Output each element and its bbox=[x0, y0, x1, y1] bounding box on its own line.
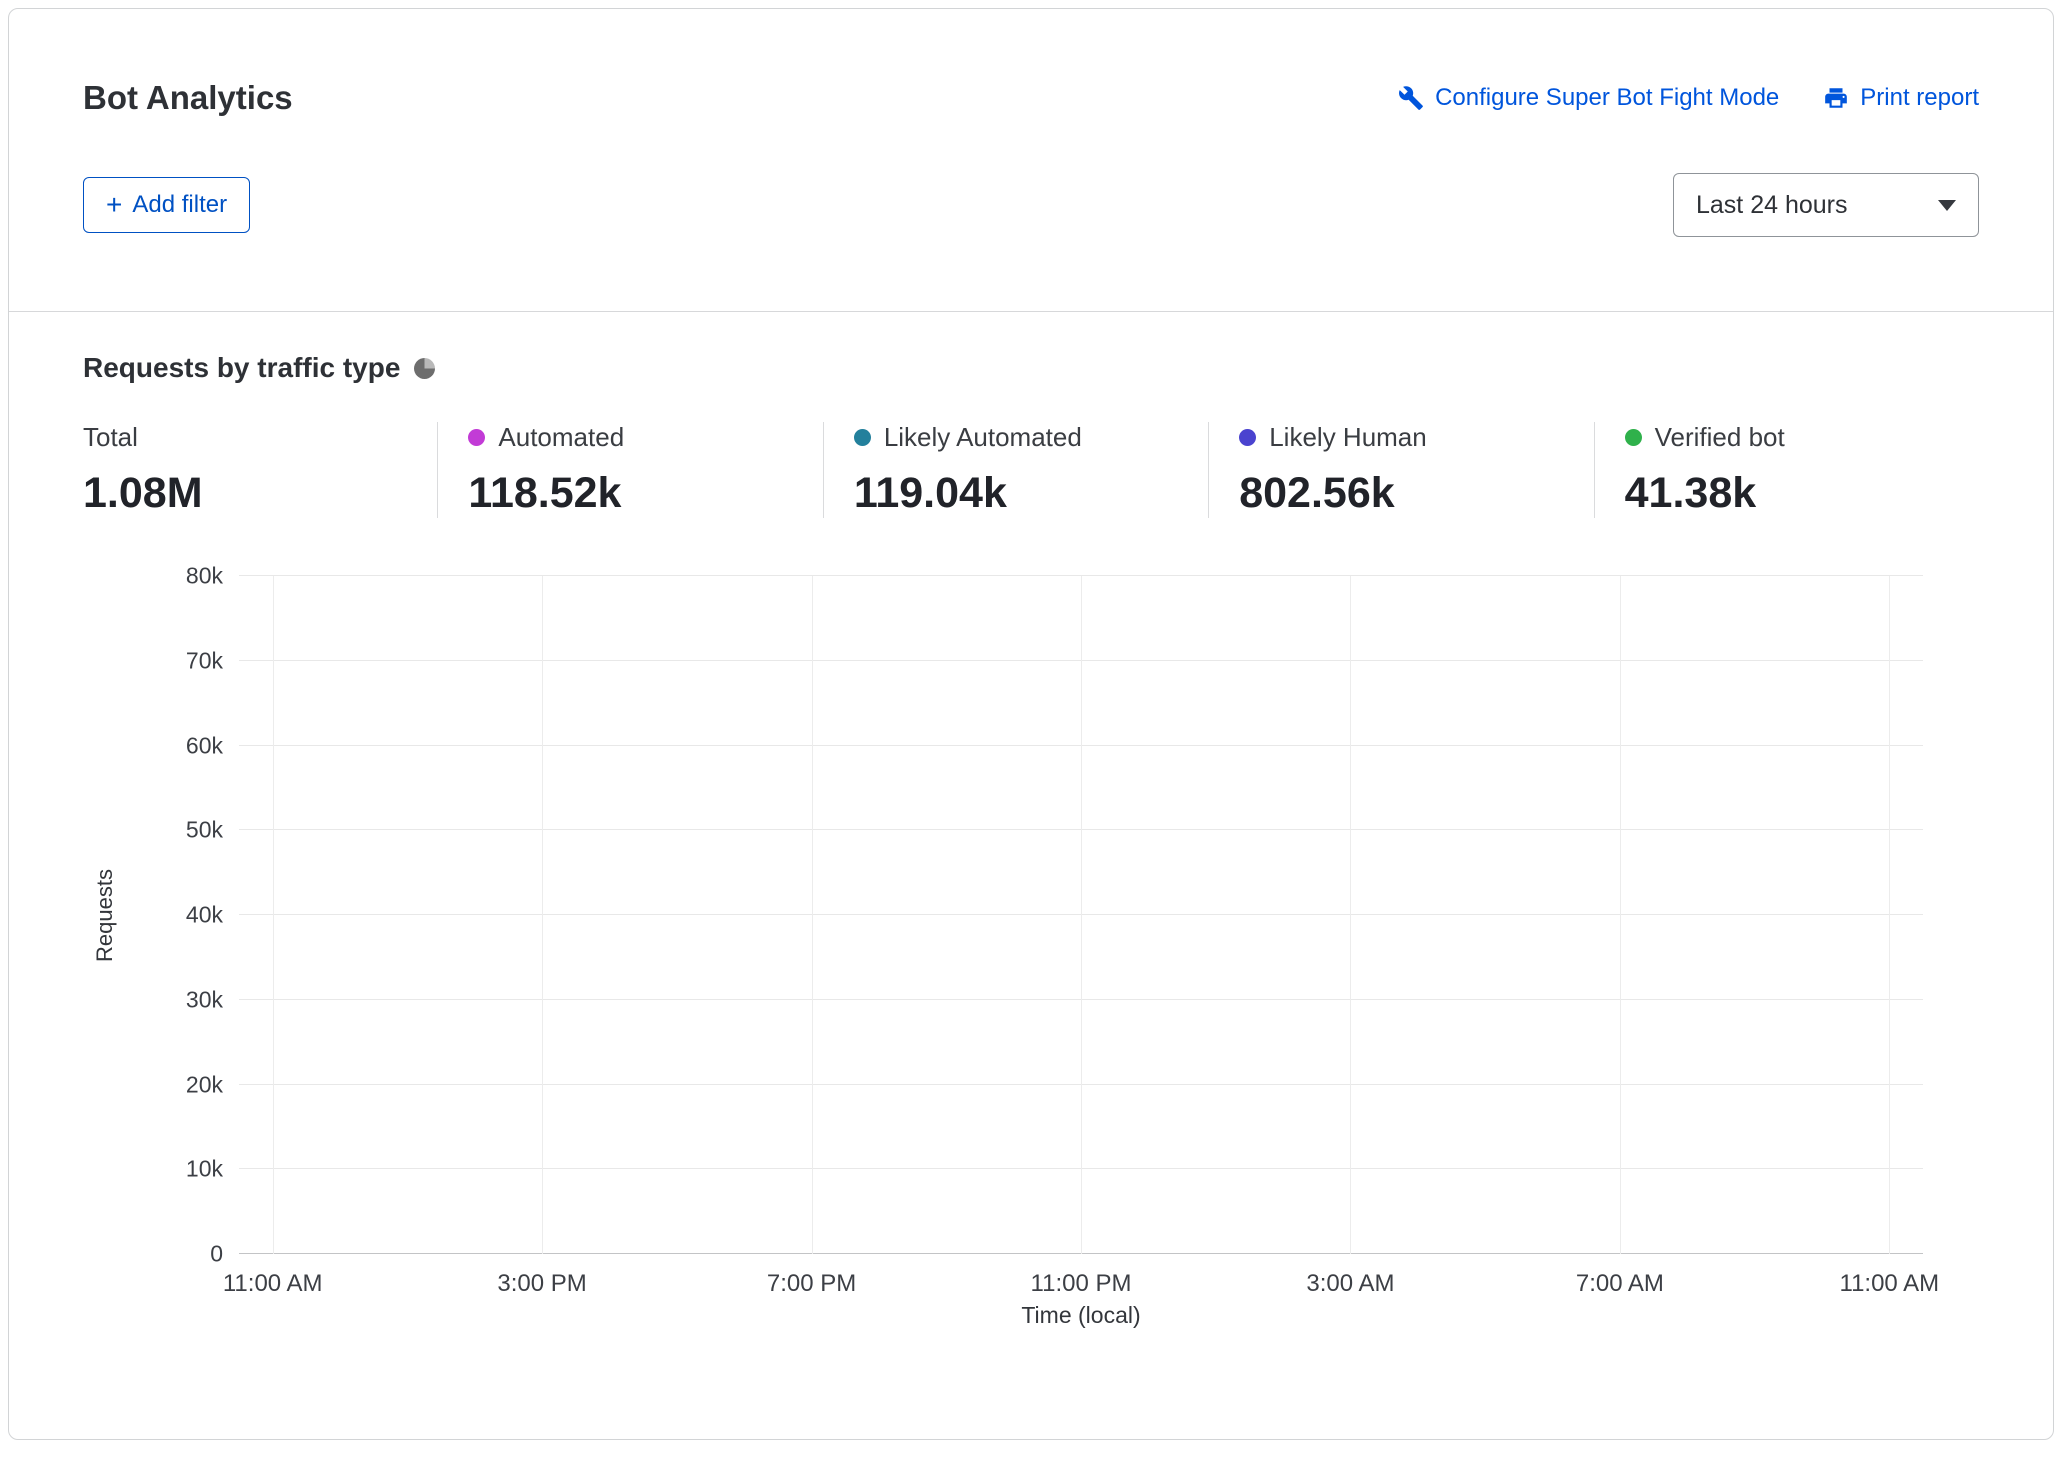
print-report-link[interactable]: Print report bbox=[1823, 84, 1979, 112]
configure-super-bot-fight-mode-link[interactable]: Configure Super Bot Fight Mode bbox=[1398, 84, 1779, 112]
y-tick-label: 0 bbox=[210, 1241, 223, 1268]
stat-label: Automated bbox=[498, 422, 624, 453]
legend-dot bbox=[854, 429, 871, 446]
stat-label: Total bbox=[83, 422, 138, 453]
x-ticks: 11:00 AM3:00 PM7:00 PM11:00 PM3:00 AM7:0… bbox=[239, 1254, 1923, 1302]
page-title: Bot Analytics bbox=[83, 79, 293, 117]
x-tick-label: 7:00 PM bbox=[767, 1270, 856, 1298]
y-tick-label: 40k bbox=[186, 902, 223, 929]
legend-dot bbox=[1625, 429, 1642, 446]
stat-verified-bot[interactable]: Verified bot 41.38k bbox=[1594, 422, 1979, 518]
v-gridline bbox=[812, 576, 813, 1254]
stat-value: 1.08M bbox=[83, 469, 437, 518]
stat-value: 41.38k bbox=[1625, 469, 1979, 518]
stat-automated[interactable]: Automated 118.52k bbox=[437, 422, 822, 518]
wrench-icon bbox=[1398, 85, 1424, 111]
y-tick-label: 70k bbox=[186, 647, 223, 674]
stat-total[interactable]: Total 1.08M bbox=[83, 422, 437, 518]
stat-likely-automated[interactable]: Likely Automated 119.04k bbox=[823, 422, 1208, 518]
y-tick-label: 80k bbox=[186, 563, 223, 590]
stat-label: Verified bot bbox=[1655, 422, 1785, 453]
pie-chart-icon bbox=[414, 358, 435, 379]
legend-dot bbox=[1239, 429, 1256, 446]
x-axis-label: Time (local) bbox=[239, 1302, 1923, 1346]
stats-row: Total1.08MAutomated118.52kLikely Automat… bbox=[83, 422, 1979, 518]
stat-likely-human[interactable]: Likely Human 802.56k bbox=[1208, 422, 1593, 518]
x-tick-label: 3:00 PM bbox=[497, 1270, 586, 1298]
v-gridline bbox=[1350, 576, 1351, 1254]
analytics-section: Requests by traffic type Total1.08MAutom… bbox=[9, 312, 2053, 1366]
stat-value: 118.52k bbox=[468, 469, 822, 518]
legend-dot bbox=[468, 429, 485, 446]
time-range-select[interactable]: Last 24 hours bbox=[1673, 173, 1979, 237]
y-tick-label: 20k bbox=[186, 1071, 223, 1098]
v-gridline bbox=[542, 576, 543, 1254]
y-tick-label: 30k bbox=[186, 986, 223, 1013]
stat-label: Likely Automated bbox=[884, 422, 1082, 453]
y-ticks: 010k20k30k40k50k60k70k80k bbox=[127, 576, 239, 1254]
v-gridline bbox=[1889, 576, 1890, 1254]
requests-chart: Requests 010k20k30k40k50k60k70k80k 11:00… bbox=[83, 576, 1979, 1346]
stat-value: 802.56k bbox=[1239, 469, 1593, 518]
x-tick-label: 7:00 AM bbox=[1576, 1270, 1664, 1298]
stat-value: 119.04k bbox=[854, 469, 1208, 518]
v-gridline bbox=[273, 576, 274, 1254]
y-tick-label: 50k bbox=[186, 817, 223, 844]
x-tick-label: 11:00 AM bbox=[223, 1270, 323, 1298]
print-link-label: Print report bbox=[1860, 84, 1979, 112]
x-tick-label: 11:00 AM bbox=[1840, 1270, 1940, 1298]
stat-label: Likely Human bbox=[1269, 422, 1427, 453]
printer-icon bbox=[1823, 85, 1849, 111]
y-tick-label: 60k bbox=[186, 732, 223, 759]
x-tick-label: 11:00 PM bbox=[1031, 1270, 1132, 1298]
chevron-down-icon bbox=[1938, 200, 1956, 211]
plot-area[interactable] bbox=[239, 576, 1923, 1254]
add-filter-button[interactable]: + Add filter bbox=[83, 177, 250, 233]
plus-icon: + bbox=[106, 191, 122, 219]
y-axis-label: Requests bbox=[92, 869, 118, 962]
time-range-value: Last 24 hours bbox=[1696, 191, 1848, 220]
bot-analytics-card: Bot Analytics Configure Super Bot Fight … bbox=[8, 8, 2054, 1440]
card-header: Bot Analytics Configure Super Bot Fight … bbox=[9, 9, 2053, 311]
add-filter-label: Add filter bbox=[132, 191, 227, 219]
y-tick-label: 10k bbox=[186, 1156, 223, 1183]
x-tick-label: 3:00 AM bbox=[1306, 1270, 1394, 1298]
v-gridline bbox=[1620, 576, 1621, 1254]
configure-link-label: Configure Super Bot Fight Mode bbox=[1435, 84, 1779, 112]
v-gridline bbox=[1081, 576, 1082, 1254]
section-title: Requests by traffic type bbox=[83, 352, 400, 384]
